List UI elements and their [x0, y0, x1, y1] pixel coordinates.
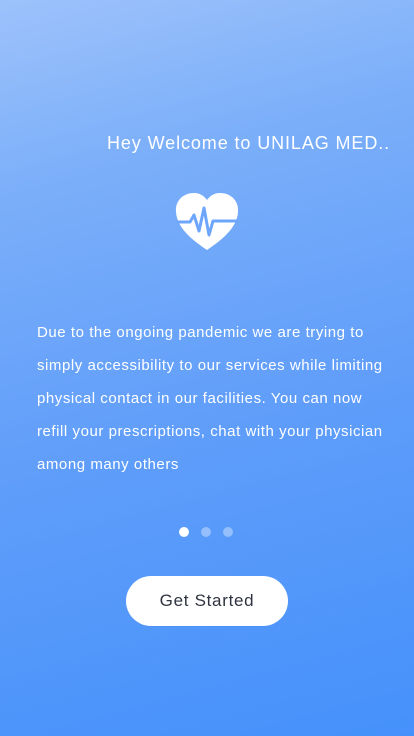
pager-dot-current[interactable] [179, 527, 189, 537]
pager-dot[interactable] [223, 527, 233, 537]
pager-dot[interactable] [201, 527, 211, 537]
welcome-screen: Hey Welcome to UNILAG MED.. Due to the o… [0, 0, 414, 736]
intro-description: Due to the ongoing pandemic we are tryin… [37, 324, 383, 473]
heart-pulse-icon [174, 192, 240, 252]
welcome-title: Hey Welcome to UNILAG MED.. [107, 133, 391, 153]
get-started-button[interactable]: Get Started [126, 576, 288, 626]
onboarding-pager [179, 527, 235, 537]
